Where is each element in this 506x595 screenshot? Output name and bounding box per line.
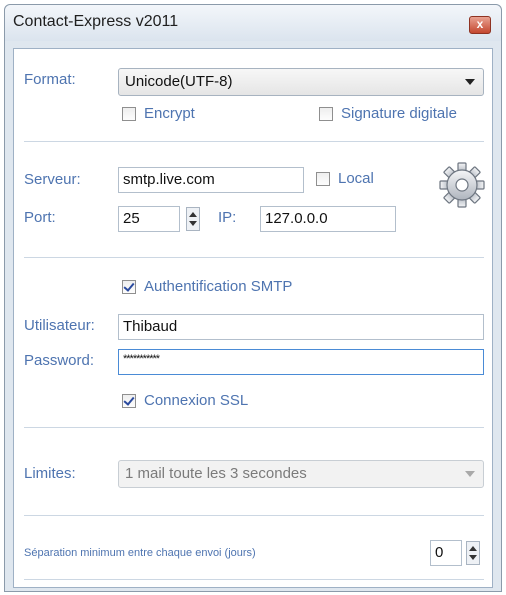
port-input[interactable]: 25 — [118, 206, 180, 232]
divider — [24, 579, 484, 580]
separation-label: Séparation minimum entre chaque envoi (j… — [24, 547, 256, 559]
spin-up-icon[interactable] — [469, 546, 477, 551]
close-button[interactable]: x — [469, 16, 491, 34]
divider — [24, 515, 484, 516]
limits-label: Limites: — [24, 465, 76, 482]
smtp-auth-label: Authentification SMTP — [144, 278, 293, 295]
local-checkbox[interactable]: Local — [316, 170, 374, 187]
encrypt-checkbox[interactable]: Encrypt — [122, 105, 195, 122]
ip-input[interactable]: 127.0.0.0 — [260, 206, 396, 232]
title-bar: Contact-Express v2011 x — [5, 5, 501, 41]
divider — [24, 257, 484, 258]
window-title: Contact-Express v2011 — [13, 13, 179, 30]
encrypt-checkbox-box[interactable] — [122, 106, 136, 121]
format-label: Format: — [24, 71, 76, 88]
port-label: Port: — [24, 209, 56, 226]
ssl-checkbox[interactable]: Connexion SSL — [122, 392, 248, 409]
ip-label: IP: — [218, 209, 237, 226]
port-spinner[interactable] — [186, 207, 200, 231]
server-input[interactable]: smtp.live.com — [118, 167, 304, 193]
settings-panel: Format: Unicode(UTF-8) Encrypt Signature… — [13, 48, 493, 588]
server-label: Serveur: — [24, 171, 81, 188]
limits-select[interactable]: 1 mail toute les 3 secondes — [118, 460, 484, 488]
separation-spinner[interactable] — [466, 541, 480, 565]
divider — [24, 427, 484, 428]
ssl-checkbox-box[interactable] — [122, 393, 136, 408]
spin-down-icon[interactable] — [469, 555, 477, 560]
format-select-value: Unicode(UTF-8) — [125, 73, 233, 90]
signature-label: Signature digitale — [341, 105, 457, 122]
format-select[interactable]: Unicode(UTF-8) — [118, 68, 484, 96]
spin-up-icon[interactable] — [189, 212, 197, 217]
separation-input[interactable]: 0 — [430, 540, 462, 566]
encrypt-label: Encrypt — [144, 105, 195, 122]
chevron-down-icon — [465, 79, 475, 85]
smtp-auth-checkbox-box[interactable] — [122, 279, 136, 294]
spin-down-icon[interactable] — [189, 221, 197, 226]
divider — [24, 141, 484, 142]
local-checkbox-box[interactable] — [316, 171, 330, 186]
user-input[interactable]: Thibaud — [118, 314, 484, 340]
local-label: Local — [338, 170, 374, 187]
smtp-auth-checkbox[interactable]: Authentification SMTP — [122, 278, 292, 295]
password-input[interactable]: *********** — [118, 349, 484, 375]
ssl-label: Connexion SSL — [144, 392, 249, 409]
chevron-down-icon — [465, 471, 475, 477]
user-label: Utilisateur: — [24, 317, 95, 334]
limits-select-value: 1 mail toute les 3 secondes — [125, 465, 307, 482]
password-label: Password: — [24, 352, 95, 369]
app-window: Contact-Express v2011 x Format: Unicode(… — [4, 4, 502, 592]
signature-checkbox[interactable]: Signature digitale — [319, 105, 457, 122]
signature-checkbox-box[interactable] — [319, 106, 333, 121]
gear-icon[interactable] — [438, 161, 486, 209]
